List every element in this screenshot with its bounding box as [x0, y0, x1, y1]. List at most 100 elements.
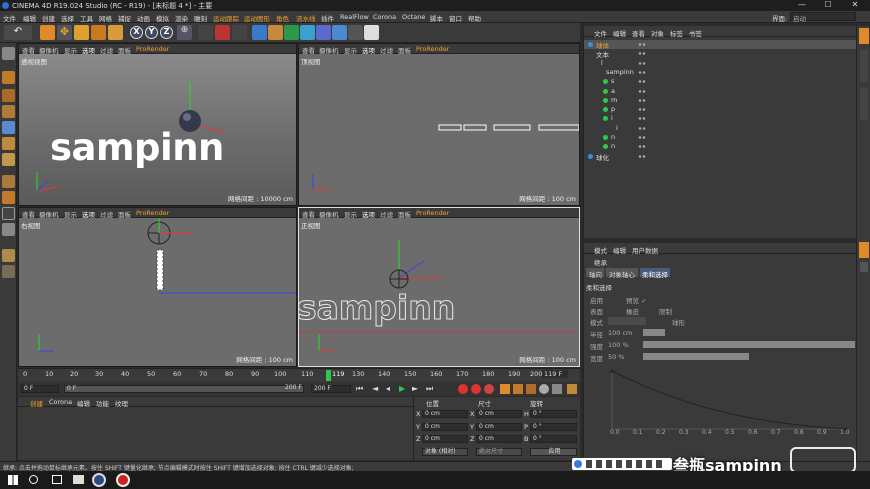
menu-mograph[interactable]: 运动图形	[244, 13, 270, 23]
file-explorer-icon[interactable]	[73, 475, 84, 484]
menu-octane[interactable]: Octane	[402, 13, 425, 21]
vp-menu-prorender[interactable]: ProRender	[136, 45, 169, 53]
menu-help[interactable]: 帮助	[468, 13, 481, 23]
subdivision-icon[interactable]	[284, 25, 299, 40]
keyframe-selection-icon[interactable]	[484, 384, 494, 394]
rotate-icon[interactable]	[91, 25, 106, 40]
sculpt-icon[interactable]	[2, 223, 15, 236]
play-reverse-icon[interactable]: ◂	[386, 384, 396, 394]
am-tab-axis[interactable]: 轴向	[586, 268, 604, 279]
visibility-dots[interactable]	[638, 97, 646, 103]
object-row[interactable]: sampinn	[584, 68, 857, 77]
vp-menu-prorender[interactable]: ProRender	[416, 45, 449, 53]
grid-icon[interactable]	[2, 265, 15, 278]
polygons-mode-icon[interactable]	[2, 153, 15, 166]
texture-mode-icon[interactable]	[2, 89, 15, 102]
viewport-right[interactable]: 查看 摄像机 显示 选项 过滤 面板 ProRender 右视图 网格间距 : …	[18, 207, 297, 367]
end-frame-field[interactable]: 119 F	[542, 370, 569, 378]
z-axis-lock-icon[interactable]: Z	[160, 26, 173, 39]
vp-menu-prorender[interactable]: ProRender	[136, 209, 169, 217]
om-menu-edit[interactable]: 编辑	[613, 28, 626, 38]
scene-icon[interactable]	[332, 25, 347, 40]
visibility-dots[interactable]	[638, 107, 646, 113]
edges-mode-icon[interactable]	[2, 137, 15, 150]
minimize-button[interactable]: —	[790, 0, 814, 11]
prev-key-icon[interactable]: ◄	[372, 384, 382, 394]
am-tab-soft-selection[interactable]: 柔和选择	[640, 268, 670, 279]
rot-b-field[interactable]: 0 °	[530, 435, 577, 443]
size-x-field[interactable]: 0 cm	[476, 410, 522, 418]
scale-key-icon[interactable]	[526, 384, 536, 394]
move-key-icon[interactable]	[500, 384, 510, 394]
visibility-dots[interactable]	[638, 60, 646, 66]
menu-animate[interactable]: 动画	[137, 13, 150, 23]
viewport-perspective[interactable]: 查看 摄像机 显示 选项 过滤 面板 ProRender 透视视图 sampin…	[18, 43, 297, 206]
timeline-menu-icon[interactable]	[567, 384, 577, 394]
am-tab-object-axis[interactable]: 对象轴心	[606, 268, 638, 279]
menu-script[interactable]: 脚本	[430, 13, 443, 23]
object-row[interactable]: n	[584, 133, 857, 142]
play-icon[interactable]: ▶	[399, 384, 409, 394]
light-icon[interactable]	[364, 25, 379, 40]
falloff-curve-graph[interactable]	[606, 367, 854, 455]
pen-icon[interactable]	[268, 25, 283, 40]
visibility-dots[interactable]	[638, 88, 646, 94]
visibility-dots[interactable]	[638, 69, 646, 75]
workplane-lock-icon[interactable]	[2, 249, 15, 262]
vp-menu-prorender[interactable]: ProRender	[416, 209, 449, 217]
menu-select[interactable]: 选择	[61, 13, 74, 23]
live-select-icon[interactable]	[40, 25, 55, 40]
visibility-dots[interactable]	[638, 153, 646, 159]
om-menu-view[interactable]: 查看	[632, 28, 645, 38]
timeline-ruler[interactable]: 0 10 20 30 40 50 60 70 80 90 100 110 119…	[18, 368, 580, 382]
menu-plugins[interactable]: 插件	[321, 13, 334, 23]
coord-mode-select[interactable]: 对象 (相对)	[422, 448, 468, 456]
ime-tools-icon[interactable]	[586, 460, 666, 468]
windows-start-icon[interactable]	[8, 475, 18, 485]
goto-end-icon[interactable]: ⏭	[426, 384, 436, 394]
render-settings-icon[interactable]	[232, 25, 247, 40]
am-radius-slider[interactable]	[643, 329, 665, 336]
menu-pipeline[interactable]: 流水线	[296, 13, 316, 23]
x-axis-lock-icon[interactable]: X	[130, 26, 143, 39]
cube-icon[interactable]	[252, 25, 267, 40]
menu-realflow[interactable]: RealFlow	[340, 13, 369, 21]
menu-simulate[interactable]: 模拟	[156, 13, 169, 23]
menu-create[interactable]: 创建	[42, 13, 55, 23]
cinema4d-taskbar-icon[interactable]	[92, 473, 106, 487]
object-row[interactable]: i	[584, 124, 857, 133]
mat-menu-corona[interactable]: Corona	[49, 398, 72, 406]
visibility-dots[interactable]	[638, 42, 646, 47]
maximize-button[interactable]: ☐	[816, 0, 840, 11]
am-strength-slider[interactable]	[643, 341, 855, 348]
move-icon[interactable]: ✥	[57, 25, 72, 40]
layers-tab[interactable]	[860, 262, 868, 272]
render-picture-viewer-icon[interactable]	[215, 25, 230, 40]
am-menu-mode[interactable]: 模式	[594, 245, 607, 255]
om-menu-tags[interactable]: 标签	[670, 28, 683, 38]
pos-x-field[interactable]: 0 cm	[422, 410, 468, 418]
size-mode-select[interactable]: 绝对尺寸	[476, 448, 522, 456]
points-mode-icon[interactable]	[2, 121, 15, 134]
coordinate-system-icon[interactable]: ⊕	[177, 25, 192, 40]
am-mode-select[interactable]	[608, 317, 646, 325]
y-axis-lock-icon[interactable]: Y	[145, 26, 158, 39]
am-width-slider[interactable]	[643, 353, 749, 360]
layout-select[interactable]: 启动	[790, 12, 856, 23]
structure-tab[interactable]	[860, 88, 868, 120]
auto-key-icon[interactable]	[471, 384, 481, 394]
rot-p-field[interactable]: 0 °	[530, 423, 577, 431]
object-row[interactable]: i	[584, 114, 857, 123]
array-icon[interactable]	[300, 25, 315, 40]
recorder-taskbar-icon[interactable]	[116, 473, 130, 487]
object-row[interactable]: 文本	[584, 49, 857, 59]
menu-file[interactable]: 文件	[3, 13, 16, 23]
object-row[interactable]: m	[584, 96, 857, 105]
am-value-mode[interactable]: 球形	[672, 317, 685, 327]
tweak-mode-icon[interactable]	[2, 191, 15, 204]
am-value-strength[interactable]: 100 %	[608, 341, 629, 349]
objects-tab[interactable]	[859, 28, 869, 44]
object-row[interactable]: a	[584, 87, 857, 96]
camera-icon[interactable]	[348, 25, 363, 40]
ime-toolbar[interactable]	[572, 458, 672, 470]
